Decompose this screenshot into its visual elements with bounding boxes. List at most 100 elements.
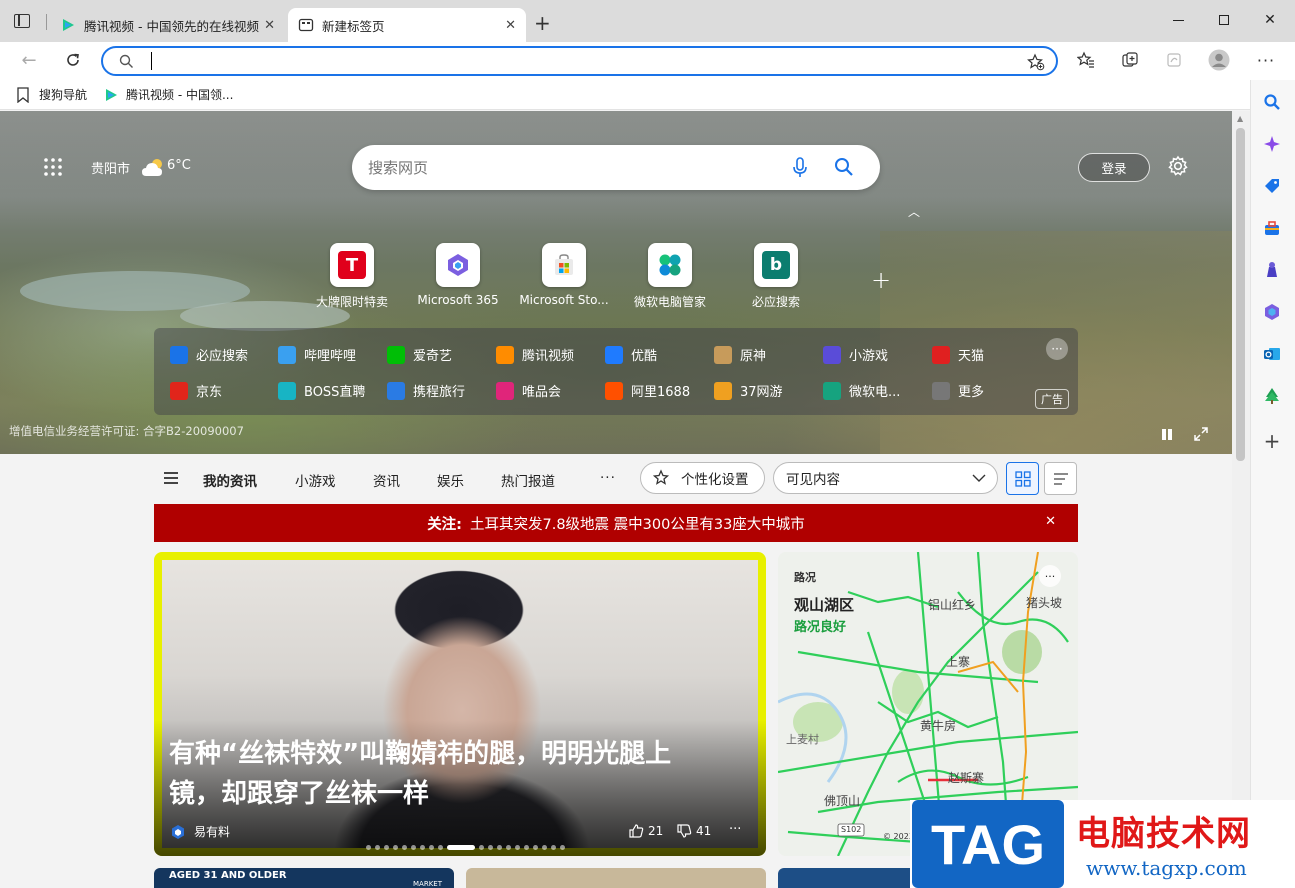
scroll-up-arrow[interactable]: ▲ [1237, 114, 1243, 123]
new-tab-button[interactable]: + [534, 11, 551, 35]
carousel-dot[interactable] [447, 844, 475, 850]
breaking-news-banner[interactable]: 关注: 土耳其突发7.8级地震 震中300公里有33座大中城市 ✕ [154, 504, 1078, 542]
carousel-dot[interactable] [506, 844, 511, 850]
tab-news[interactable]: 资讯 [373, 470, 400, 490]
dislike-button[interactable]: 41 [676, 823, 711, 839]
next-card[interactable] [466, 868, 766, 888]
news-headline[interactable]: 有种“丝袜特效”叫鞠婧祎的腿，明明光腿上 镜，却跟穿了丝袜一样 [169, 734, 749, 814]
quick-link-m365[interactable]: Microsoft 365 [408, 243, 508, 307]
carousel-dot[interactable] [375, 844, 380, 850]
close-icon[interactable]: ✕ [1045, 514, 1056, 529]
carousel-dot[interactable] [488, 844, 493, 850]
gear-icon[interactable] [1167, 155, 1189, 177]
carousel-dot[interactable] [393, 844, 398, 850]
site-link[interactable]: 微软电... [823, 381, 900, 400]
site-link[interactable]: 腾讯视频 [496, 345, 574, 364]
sidebar-outlook-icon[interactable] [1259, 341, 1285, 367]
carousel-dot[interactable] [420, 844, 425, 850]
back-icon[interactable]: ← [15, 46, 43, 74]
collapse-chevron-icon[interactable]: ︿ [908, 203, 920, 220]
quick-link-tmall-sale[interactable]: T 大牌限时特卖 [302, 243, 402, 310]
like-button[interactable]: 21 [628, 823, 663, 839]
search-icon[interactable] [834, 157, 854, 177]
tab-actions-icon[interactable] [14, 14, 30, 28]
carousel-dot[interactable] [438, 844, 443, 850]
scrollbar-thumb[interactable] [1236, 128, 1245, 461]
personalize-button[interactable]: 个性化设置 [640, 462, 765, 494]
tab-mini-games[interactable]: 小游戏 [295, 470, 336, 490]
carousel-dot[interactable] [402, 844, 407, 850]
weather-city[interactable]: 贵阳市 [91, 158, 130, 177]
sidebar-tools-icon[interactable] [1259, 215, 1285, 241]
tab-tencent-video[interactable]: 腾讯视频 - 中国领先的在线视频 ✕ [50, 8, 285, 42]
tab-hot-reports[interactable]: 热门报道 [501, 470, 555, 490]
carousel-dot[interactable] [384, 844, 389, 850]
browser-essentials-icon[interactable] [1160, 46, 1188, 74]
sidebar-shopping-icon[interactable] [1259, 173, 1285, 199]
quick-link-bing[interactable]: b 必应搜索 [726, 243, 826, 310]
carousel-dot[interactable] [542, 844, 547, 850]
carousel-dot[interactable] [560, 844, 565, 850]
visible-content-select[interactable]: 可见内容 [773, 462, 998, 494]
fullscreen-icon[interactable] [1193, 426, 1209, 442]
carousel-dot[interactable] [366, 844, 371, 850]
site-link[interactable]: 天猫 [932, 345, 984, 364]
more-options-icon[interactable]: ··· [729, 822, 741, 837]
microphone-icon[interactable] [792, 157, 808, 179]
sidebar-search-icon[interactable] [1259, 89, 1285, 115]
cloudy-sun-icon[interactable] [141, 156, 167, 178]
maximize-button[interactable] [1201, 0, 1247, 40]
site-link[interactable]: 阿里1688 [605, 381, 690, 400]
quick-link-ms-store[interactable]: Microsoft Sto... [514, 243, 614, 307]
add-favorite-icon[interactable] [1027, 53, 1045, 71]
carousel-dot[interactable] [515, 844, 520, 850]
tab-new-tab[interactable]: 新建标签页 ✕ [288, 8, 526, 42]
window-close-button[interactable]: ✕ [1247, 0, 1293, 40]
site-link[interactable]: 原神 [714, 345, 766, 364]
carousel-dot[interactable] [479, 844, 484, 850]
address-bar[interactable] [101, 46, 1058, 76]
license-text[interactable]: 增值电信业务经营许可证: 合字B2-20090007 [9, 423, 244, 439]
collections-icon[interactable] [1116, 46, 1144, 74]
news-source[interactable]: 易有料 [170, 823, 230, 840]
favorites-icon[interactable] [1072, 46, 1100, 74]
tab-my-news[interactable]: 我的资讯 [203, 470, 257, 490]
carousel-dot[interactable] [551, 844, 556, 850]
site-link[interactable]: 必应搜索 [170, 345, 248, 364]
site-link[interactable]: 唯品会 [496, 381, 561, 400]
sidebar-games-icon[interactable] [1259, 257, 1285, 283]
web-search-box[interactable] [352, 145, 880, 190]
more-tabs-icon[interactable]: ··· [600, 470, 616, 486]
weather-temp[interactable]: 6°C [167, 158, 191, 173]
favorite-item-sogou[interactable]: 搜狗导航 [16, 86, 87, 103]
carousel-dot[interactable] [533, 844, 538, 850]
address-input[interactable] [149, 52, 1009, 72]
web-search-input[interactable] [368, 157, 768, 179]
site-link[interactable]: 爱奇艺 [387, 345, 452, 364]
sidebar-discover-icon[interactable] [1259, 131, 1285, 157]
favorite-item-tencent[interactable]: 腾讯视频 - 中国领... [103, 86, 233, 103]
site-link[interactable]: 更多 [932, 381, 984, 400]
refresh-icon[interactable] [59, 46, 87, 74]
site-link[interactable]: 哔哩哔哩 [278, 345, 356, 364]
list-view-button[interactable] [1044, 462, 1077, 495]
more-options-icon[interactable]: ··· [1039, 565, 1061, 587]
close-icon[interactable]: ✕ [505, 18, 516, 33]
pause-icon[interactable] [1160, 428, 1174, 442]
carousel-dot[interactable] [429, 844, 434, 850]
apps-grid-icon[interactable] [44, 158, 62, 176]
site-link[interactable]: 优酷 [605, 345, 657, 364]
more-options-icon[interactable]: ··· [1046, 338, 1068, 360]
carousel-dot[interactable] [411, 844, 416, 850]
site-link[interactable]: 京东 [170, 381, 222, 400]
site-link[interactable]: 小游戏 [823, 345, 888, 364]
site-link[interactable]: 携程旅行 [387, 381, 465, 400]
minimize-button[interactable] [1155, 0, 1201, 40]
sidebar-m365-icon[interactable] [1259, 299, 1285, 325]
login-button[interactable]: 登录 [1078, 153, 1150, 182]
profile-avatar[interactable] [1205, 46, 1233, 74]
quick-link-pc-manager[interactable]: 微软电脑管家 [620, 243, 720, 310]
menu-icon[interactable] [164, 472, 178, 484]
add-quick-link-icon[interactable]: + [871, 266, 891, 294]
grid-view-button[interactable] [1006, 462, 1039, 495]
